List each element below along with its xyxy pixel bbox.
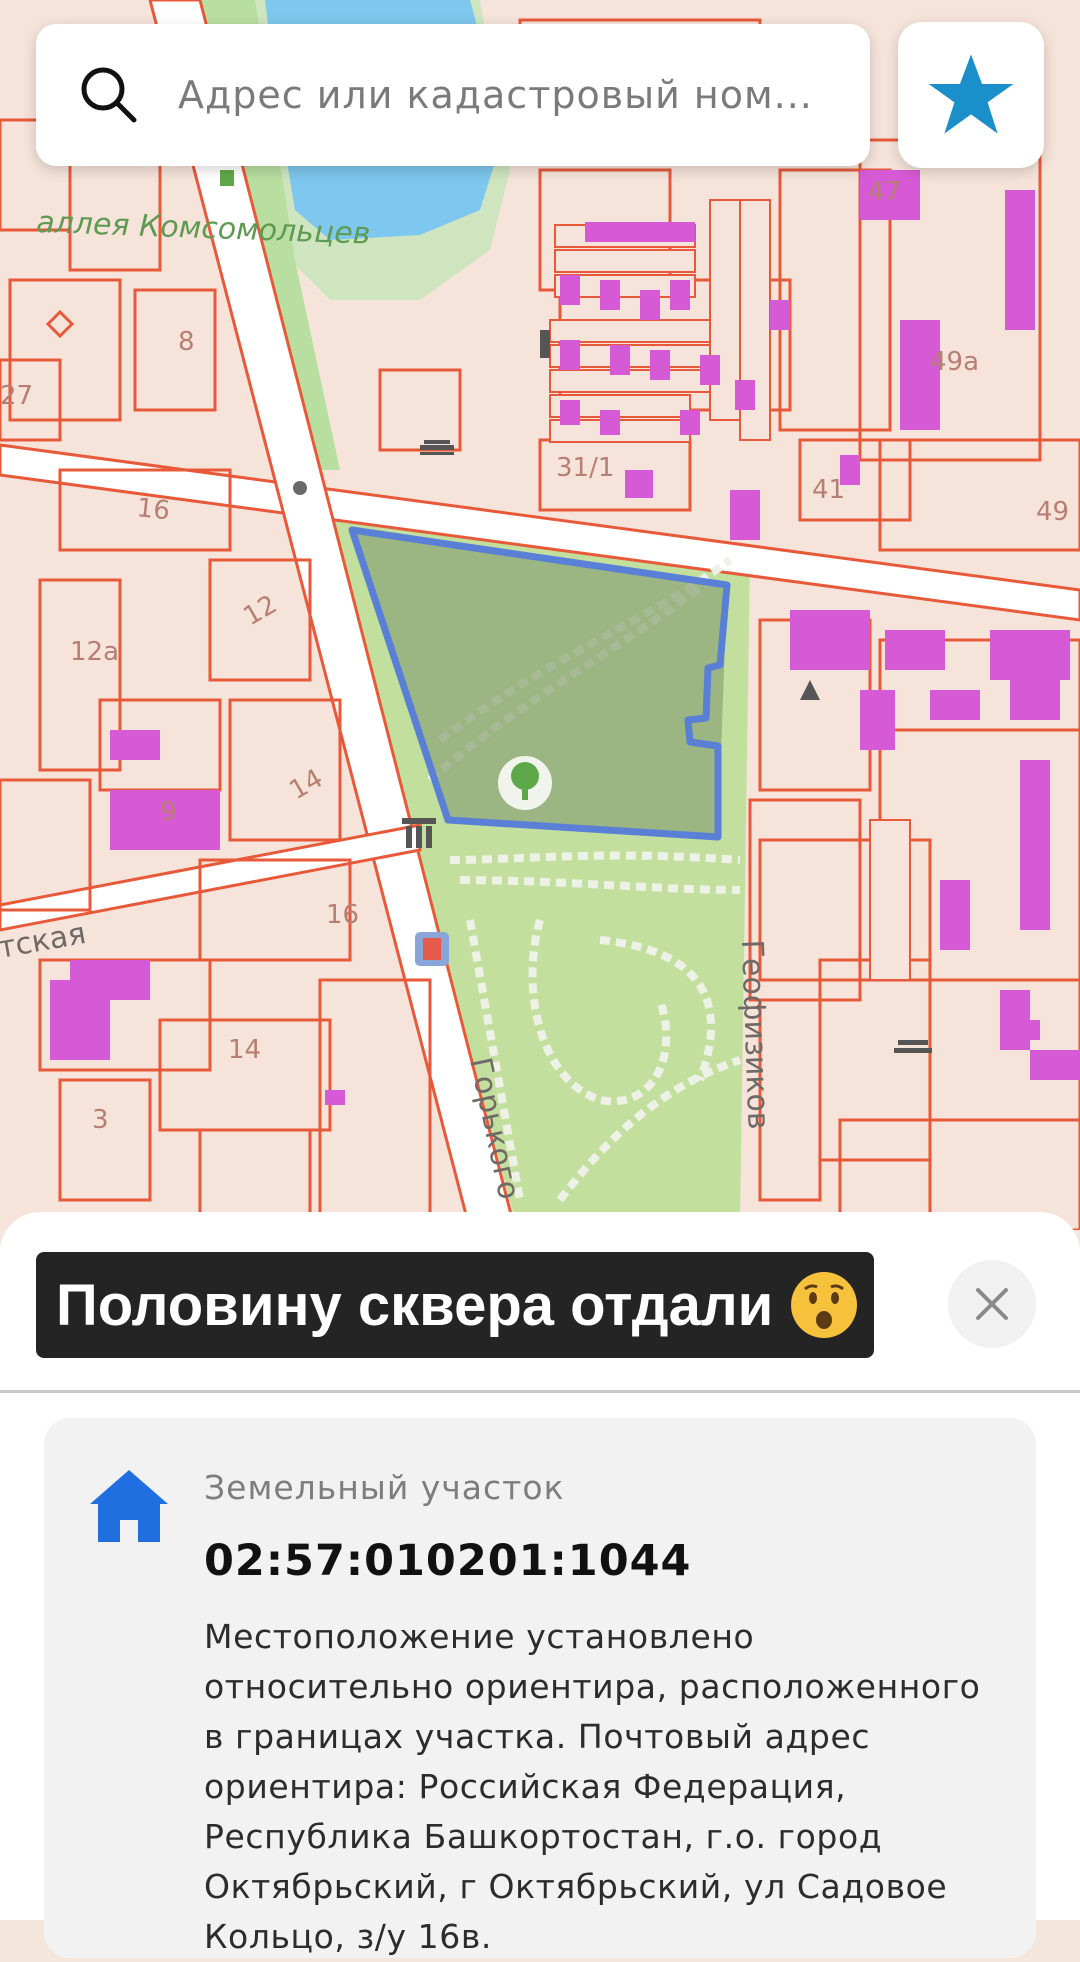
search-input[interactable]: Адрес или кадастровый ном... [178, 73, 813, 117]
kiosk-icon [540, 330, 550, 358]
street-label-geofizikov: Геофизиков [734, 939, 776, 1130]
favorites-button[interactable] [898, 22, 1044, 168]
building-number: 47 [868, 177, 901, 207]
museum-icon [420, 440, 454, 455]
star-icon [928, 54, 1014, 134]
cadastral-number[interactable]: 02:57:010201:1044 [204, 1536, 691, 1586]
monument-icon [402, 818, 436, 848]
close-button[interactable] [948, 1260, 1036, 1348]
parcel-type: Земельный участок [204, 1468, 565, 1507]
search-icon[interactable] [74, 60, 144, 130]
building-number: 27 [0, 381, 33, 411]
parcel-card[interactable]: Земельный участок 02:57:010201:1044 Мест… [44, 1418, 1036, 1958]
info-sheet: Половину сквера отдали Земельный участок… [0, 1212, 1080, 1958]
building-number: 49 [1036, 497, 1069, 527]
building-number: 16 [135, 493, 171, 526]
caption-banner: Половину сквера отдали [36, 1252, 874, 1358]
divider [0, 1390, 1080, 1393]
park-entrance-icon [220, 170, 234, 186]
building-number: 14 [228, 1035, 261, 1065]
astonished-face-emoji [791, 1272, 858, 1338]
building-number: 31/1 [556, 453, 614, 483]
search-bar[interactable]: Адрес или кадастровый ном... [36, 24, 870, 166]
building-number: 16 [326, 900, 359, 930]
home-icon [90, 1470, 168, 1542]
caption-text: Половину сквера отдали [56, 1272, 774, 1338]
building-number: 8 [178, 327, 195, 357]
park-marker-icon[interactable] [498, 756, 552, 810]
parcel-address: Местоположение установлено относительно … [204, 1617, 981, 1956]
cadastral-map[interactable]: аллея Комсомольцев Горького Геофизиков т… [0, 0, 1080, 1230]
bus-stop-icon [415, 932, 449, 966]
close-icon [976, 1288, 1008, 1320]
building-number: 9 [160, 797, 177, 827]
building-number: 12а [70, 637, 119, 667]
building-number: 49а [930, 347, 979, 377]
building-number: 41 [812, 475, 845, 505]
traffic-light-icon [293, 481, 307, 495]
building-number: 3 [92, 1105, 109, 1135]
